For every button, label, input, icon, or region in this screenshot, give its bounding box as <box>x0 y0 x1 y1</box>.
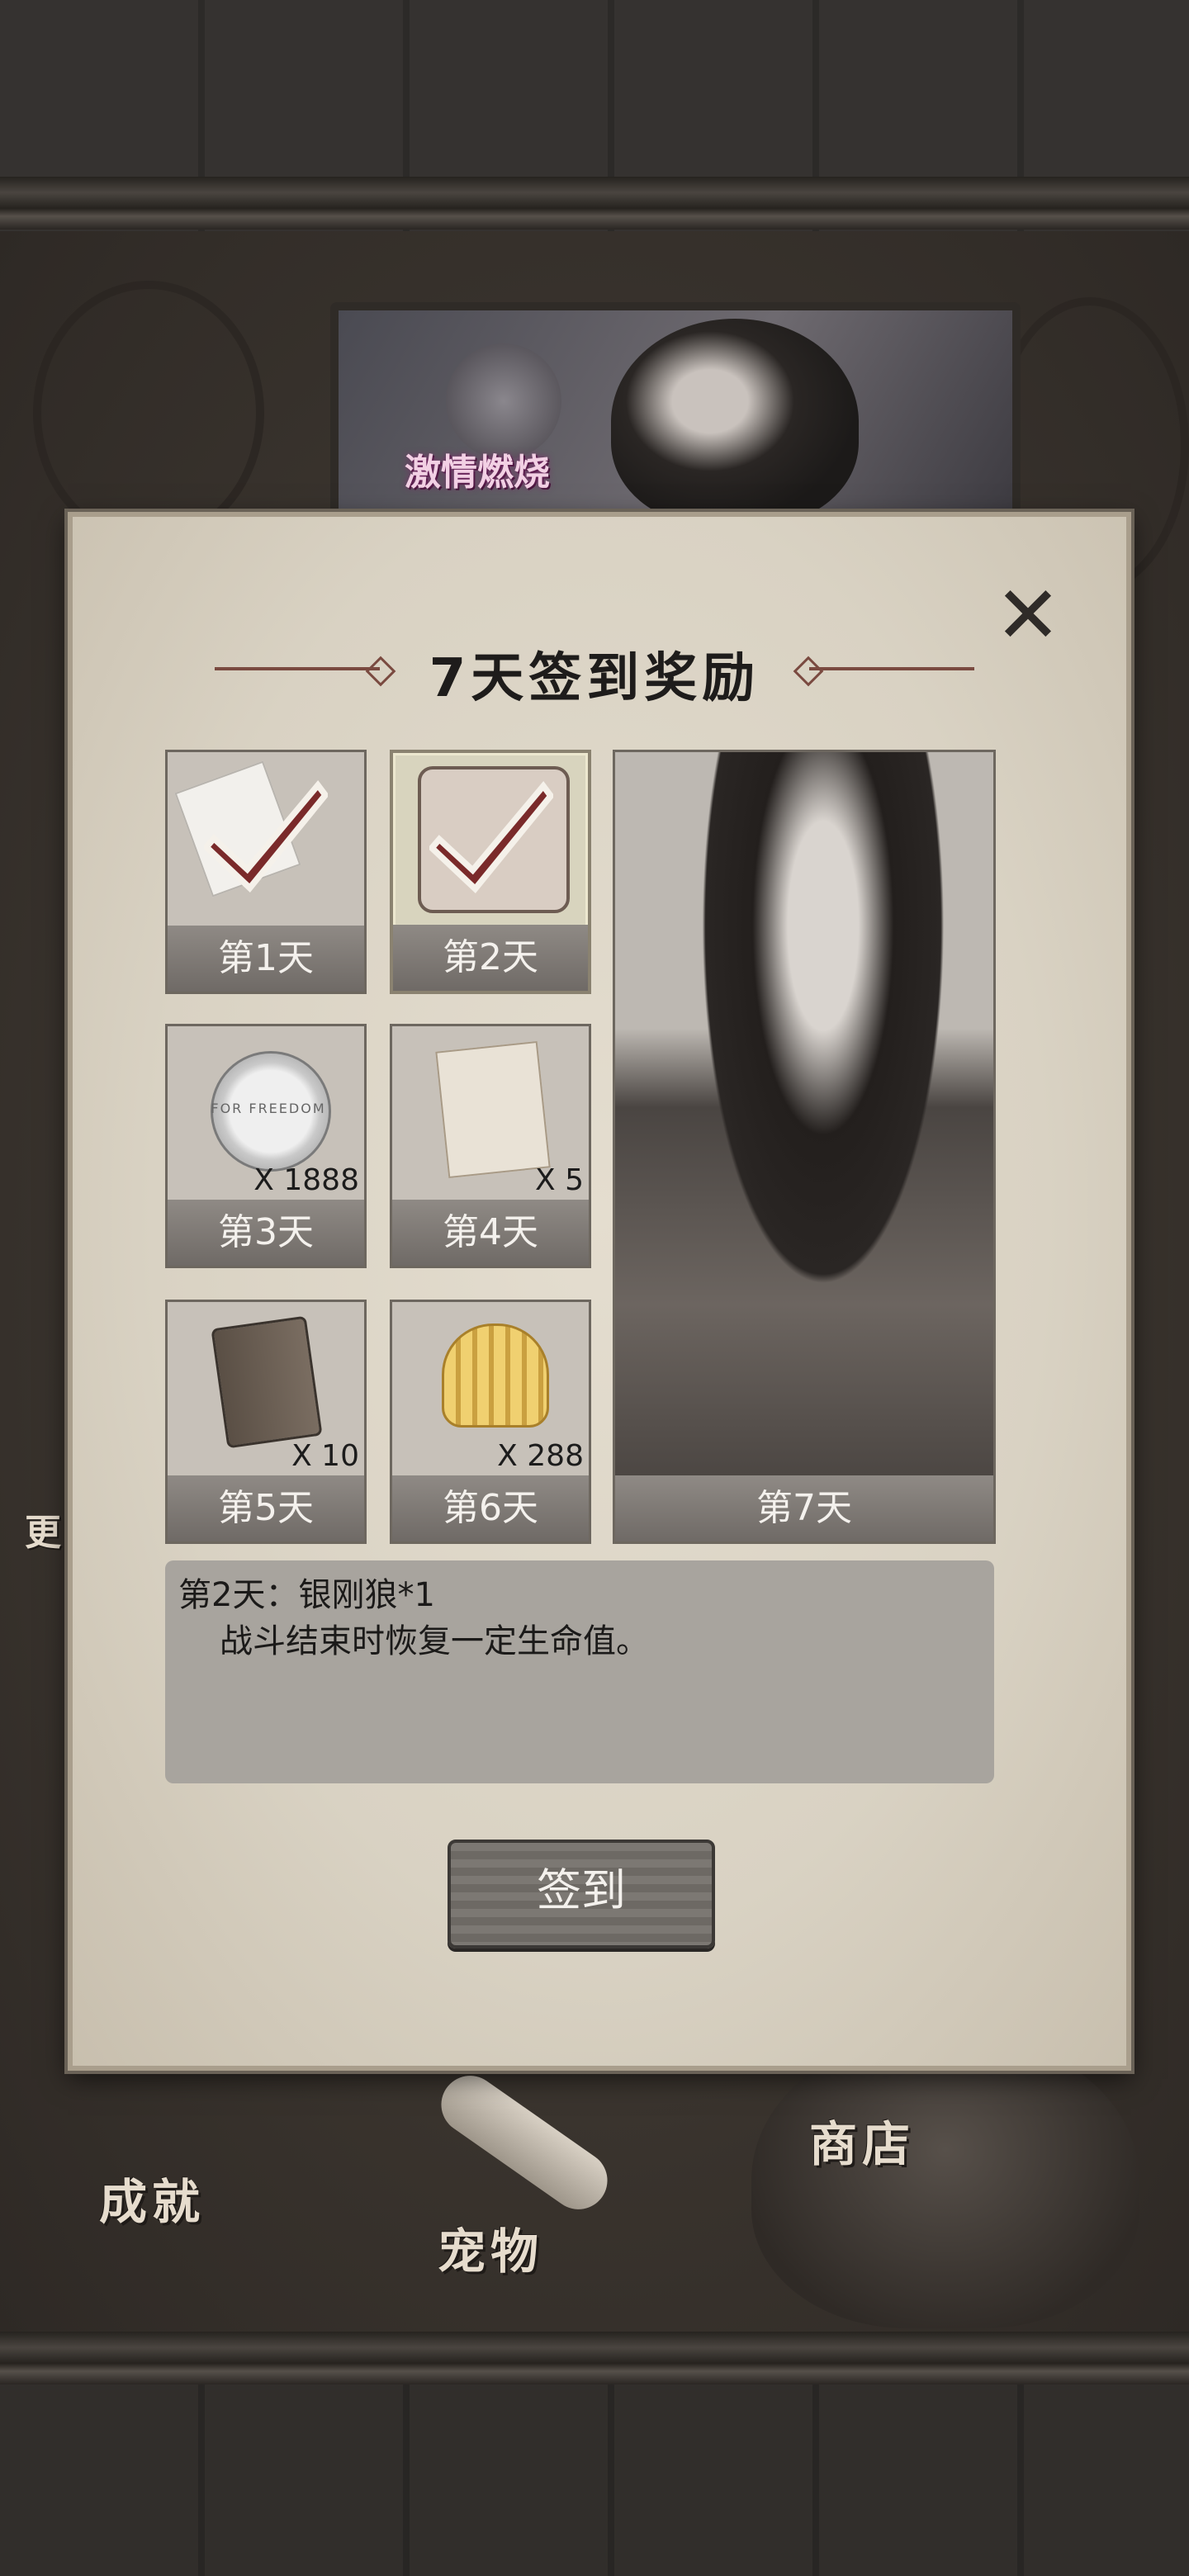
diamond-ornament-icon <box>365 656 396 687</box>
vine-decoration <box>33 281 264 545</box>
pets-menu[interactable]: 宠物 <box>438 2213 543 2282</box>
dialog-header: 7天签到奖励 <box>215 627 974 710</box>
reward-description-title: 第2天：银刚狼*1 <box>178 1576 435 1614</box>
title-divider <box>215 667 380 670</box>
reward-quantity: X 10 <box>291 1439 359 1473</box>
book-icon <box>211 1315 323 1449</box>
top-rail <box>0 177 1189 230</box>
day-label: 第7天 <box>615 1475 993 1541</box>
coin-engraving: FOR FREEDOM <box>211 1101 326 1116</box>
dialog-title: 7天签到奖励 <box>429 648 760 709</box>
day-label: 第5天 <box>168 1475 364 1541</box>
reward-quantity: X 288 <box>497 1439 584 1473</box>
banner-title: 激情燃烧 <box>405 452 550 494</box>
close-icon: ✕ <box>994 569 1062 661</box>
shop-menu[interactable]: 商店 <box>809 2105 915 2175</box>
shell-icon <box>442 1324 549 1428</box>
bottom-wood-bar <box>0 2384 1189 2576</box>
day-label: 第3天 <box>168 1200 364 1266</box>
shop-bag-image[interactable] <box>751 2031 1139 2328</box>
sign-in-button[interactable]: 签到 <box>448 1840 715 1949</box>
reward-cell-day-3[interactable]: FOR FREEDOM X 1888 第3天 <box>165 1024 367 1268</box>
checkmark-icon <box>429 780 553 893</box>
reward-cell-day-1[interactable]: 第1天 <box>165 750 367 994</box>
reward-cell-day-7[interactable]: 第7天 <box>613 750 996 1544</box>
close-button[interactable]: ✕ <box>991 575 1065 655</box>
reward-cell-day-2[interactable]: 第2天 <box>390 750 591 994</box>
day-label: 第2天 <box>393 925 588 991</box>
title-divider <box>809 667 974 670</box>
reward-cell-day-5[interactable]: X 10 第5天 <box>165 1300 367 1544</box>
reward-cell-day-4[interactable]: X 5 第4天 <box>390 1024 591 1268</box>
day-label: 第4天 <box>392 1200 589 1266</box>
reward-description-text: 战斗结束时恢复一定生命值。 <box>220 1622 649 1660</box>
banner-character-image <box>611 319 859 525</box>
reward-cell-day-6[interactable]: X 288 第6天 <box>390 1300 591 1544</box>
achievements-menu[interactable]: 成就 <box>99 2163 205 2233</box>
moon-image <box>446 343 561 459</box>
side-menu-label[interactable]: 更 <box>25 1503 61 1556</box>
reward-quantity: X 1888 <box>253 1163 359 1197</box>
checkmark-icon <box>204 779 328 893</box>
diamond-ornament-icon <box>793 656 824 687</box>
character-portrait <box>615 752 993 1541</box>
bottom-rail <box>0 2332 1189 2384</box>
paper-icon <box>435 1040 551 1179</box>
reward-description-panel: 第2天：银刚狼*1 战斗结束时恢复一定生命值。 <box>165 1560 994 1783</box>
day-label: 第6天 <box>392 1475 589 1541</box>
reward-quantity: X 5 <box>534 1163 584 1197</box>
event-banner[interactable]: 激情燃烧 <box>330 302 1021 537</box>
day-label: 第1天 <box>168 926 364 992</box>
